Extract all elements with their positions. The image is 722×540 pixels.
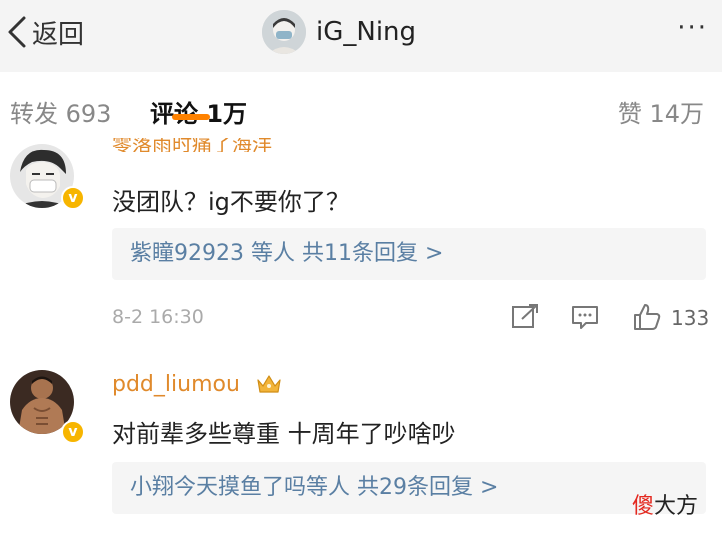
comment-text: 对前辈多些尊重 十周年了吵啥吵: [112, 420, 456, 448]
verified-badge-icon: v: [61, 420, 85, 444]
like-icon[interactable]: [632, 302, 662, 332]
active-tab-indicator: [172, 114, 210, 120]
more-options-button[interactable]: ···: [677, 15, 708, 41]
comment-timestamp: 8-2 16:30: [112, 306, 204, 328]
watermark: 傻大方: [632, 494, 699, 519]
chevron-left-icon: [8, 16, 26, 48]
tab-repost[interactable]: 转发 693: [10, 94, 111, 129]
profile-title[interactable]: iG_Ning: [262, 8, 416, 56]
comment-text: 没团队？ig不要你了？: [112, 188, 350, 216]
comment-icon[interactable]: [570, 302, 600, 332]
page-title: iG_Ning: [316, 17, 417, 47]
tab-likes[interactable]: 赞 14万: [618, 94, 704, 129]
verified-badge-icon: v: [61, 186, 85, 210]
back-button[interactable]: 返回: [6, 10, 84, 54]
tab-bar: 转发 693 评论 1万 赞 14万: [0, 72, 722, 144]
reply-summary-link[interactable]: 小翔今天摸鱼了吗等人 共29条回复 >: [112, 462, 706, 514]
author-avatar[interactable]: [262, 10, 306, 54]
reply-summary-link[interactable]: 紫瞳92923 等人 共11条回复 >: [112, 228, 706, 280]
commenter-name[interactable]: pdd_liumou: [112, 372, 240, 397]
top-navigation-bar: 返回 iG_Ning ···: [0, 0, 722, 72]
commenter-name[interactable]: 零落雨时痛了海洋: [112, 138, 372, 152]
like-count: 133: [671, 306, 710, 330]
back-label: 返回: [32, 19, 85, 50]
share-icon[interactable]: [510, 302, 540, 332]
tab-comments[interactable]: 评论 1万: [150, 94, 247, 129]
crown-icon: [257, 375, 281, 393]
